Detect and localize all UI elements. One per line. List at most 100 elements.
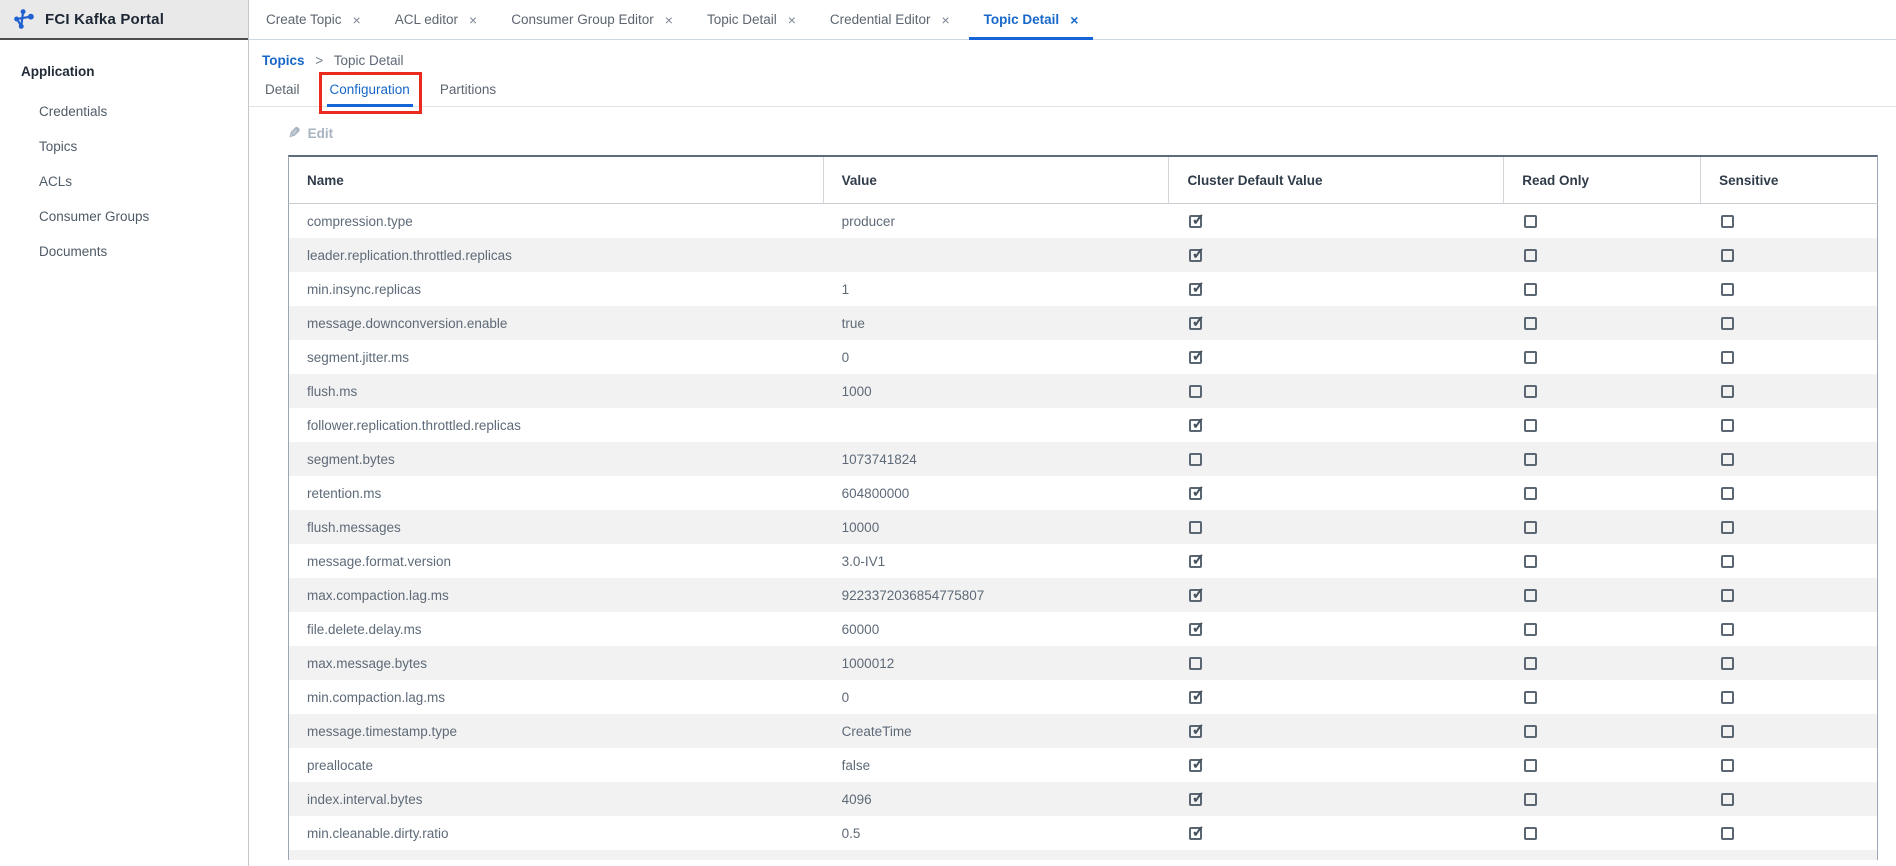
cluster-default-checkbox[interactable] (1189, 351, 1202, 364)
read-only-checkbox[interactable] (1524, 215, 1537, 228)
sensitive-checkbox[interactable] (1721, 657, 1734, 670)
tab-acl-editor[interactable]: ACL editor× (378, 0, 494, 39)
sensitive-checkbox-cell (1701, 656, 1877, 671)
breadcrumb-link-topics[interactable]: Topics (262, 53, 305, 68)
sensitive-checkbox[interactable] (1721, 725, 1734, 738)
tab-close-icon[interactable]: × (469, 13, 477, 27)
tab-create-topic[interactable]: Create Topic× (249, 0, 378, 39)
cluster-default-checkbox[interactable] (1189, 725, 1202, 738)
sensitive-checkbox[interactable] (1721, 691, 1734, 704)
read-only-checkbox[interactable] (1524, 521, 1537, 534)
read-only-checkbox[interactable] (1524, 283, 1537, 296)
read-only-checkbox[interactable] (1524, 419, 1537, 432)
sensitive-checkbox[interactable] (1721, 793, 1734, 806)
sensitive-checkbox[interactable] (1721, 385, 1734, 398)
edit-button-label: Edit (308, 126, 334, 141)
sensitive-checkbox[interactable] (1721, 827, 1734, 840)
name-cell: leader.replication.throttled.replicas (289, 248, 824, 263)
tab-consumer-group-editor[interactable]: Consumer Group Editor× (494, 0, 690, 39)
read-only-checkbox[interactable] (1524, 317, 1537, 330)
read-only-checkbox[interactable] (1524, 487, 1537, 500)
tab-close-icon[interactable]: × (353, 13, 361, 27)
read-only-checkbox[interactable] (1524, 793, 1537, 806)
cluster-default-checkbox[interactable] (1189, 691, 1202, 704)
read-only-checkbox[interactable] (1524, 623, 1537, 636)
cluster-default-checkbox[interactable] (1189, 215, 1202, 228)
tab-close-icon[interactable]: × (665, 13, 673, 27)
cluster-default-checkbox[interactable] (1189, 793, 1202, 806)
sensitive-checkbox[interactable] (1721, 351, 1734, 364)
tab-topic-detail[interactable]: Topic Detail× (690, 0, 813, 39)
sidebar-item-documents[interactable]: Documents (0, 234, 248, 269)
cluster-default-checkbox[interactable] (1189, 487, 1202, 500)
table-row-partial (288, 850, 1878, 860)
edit-button[interactable]: ✎ Edit (288, 124, 1896, 142)
sensitive-checkbox-cell (1701, 826, 1877, 841)
cluster-default-checkbox[interactable] (1189, 283, 1202, 296)
read-only-checkbox[interactable] (1524, 555, 1537, 568)
tab-close-icon[interactable]: × (788, 13, 796, 27)
cluster-default-checkbox[interactable] (1189, 555, 1202, 568)
tab-topic-detail-2[interactable]: Topic Detail× (967, 0, 1096, 39)
value-cell: CreateTime (824, 724, 1170, 739)
cluster-default-checkbox[interactable] (1189, 759, 1202, 772)
tab-close-icon[interactable]: × (1070, 13, 1078, 27)
sidebar: FCI Kafka Portal Application Credentials… (0, 0, 249, 866)
value-cell: 604800000 (824, 486, 1170, 501)
cluster-default-checkbox[interactable] (1189, 827, 1202, 840)
sensitive-checkbox[interactable] (1721, 419, 1734, 432)
table-row: min.cleanable.dirty.ratio0.5 (288, 816, 1878, 850)
cluster-default-checkbox[interactable] (1189, 385, 1202, 398)
read-only-checkbox[interactable] (1524, 759, 1537, 772)
cluster-default-checkbox[interactable] (1189, 623, 1202, 636)
cluster-default-checkbox-cell (1169, 554, 1504, 569)
sensitive-checkbox[interactable] (1721, 487, 1734, 500)
cluster-default-checkbox[interactable] (1189, 317, 1202, 330)
table-row: preallocatefalse (288, 748, 1878, 782)
read-only-checkbox[interactable] (1524, 453, 1537, 466)
read-only-checkbox[interactable] (1524, 725, 1537, 738)
sidebar-item-topics[interactable]: Topics (0, 129, 248, 164)
cluster-default-checkbox-cell (1169, 214, 1504, 229)
read-only-checkbox[interactable] (1524, 351, 1537, 364)
cluster-default-checkbox-cell (1169, 418, 1504, 433)
tab-credential-editor[interactable]: Credential Editor× (813, 0, 967, 39)
cluster-default-checkbox[interactable] (1189, 419, 1202, 432)
sensitive-checkbox-cell (1701, 520, 1877, 535)
read-only-checkbox[interactable] (1524, 691, 1537, 704)
sensitive-checkbox[interactable] (1721, 453, 1734, 466)
read-only-checkbox[interactable] (1524, 385, 1537, 398)
cluster-default-checkbox-cell (1169, 792, 1504, 807)
sidebar-item-credentials[interactable]: Credentials (0, 94, 248, 129)
read-only-checkbox[interactable] (1524, 249, 1537, 262)
cluster-default-checkbox[interactable] (1189, 521, 1202, 534)
cluster-default-checkbox[interactable] (1189, 249, 1202, 262)
table-row: flush.ms1000 (288, 374, 1878, 408)
sensitive-checkbox[interactable] (1721, 555, 1734, 568)
read-only-checkbox-cell (1504, 282, 1701, 297)
cluster-default-checkbox[interactable] (1189, 453, 1202, 466)
sensitive-checkbox[interactable] (1721, 249, 1734, 262)
sidebar-item-consumer-groups[interactable]: Consumer Groups (0, 199, 248, 234)
read-only-checkbox[interactable] (1524, 827, 1537, 840)
sensitive-checkbox[interactable] (1721, 623, 1734, 636)
tab-close-icon[interactable]: × (941, 13, 949, 27)
sidebar-item-acls[interactable]: ACLs (0, 164, 248, 199)
sensitive-checkbox[interactable] (1721, 759, 1734, 772)
sensitive-checkbox[interactable] (1721, 215, 1734, 228)
value-cell: 0.5 (824, 826, 1170, 841)
sensitive-checkbox-cell (1701, 452, 1877, 467)
read-only-checkbox-cell (1504, 826, 1701, 841)
sensitive-checkbox[interactable] (1721, 283, 1734, 296)
sub-tab-configuration[interactable]: Configuration (327, 76, 413, 106)
read-only-checkbox-cell (1504, 690, 1701, 705)
read-only-checkbox[interactable] (1524, 589, 1537, 602)
sensitive-checkbox[interactable] (1721, 589, 1734, 602)
cluster-default-checkbox[interactable] (1189, 657, 1202, 670)
sensitive-checkbox[interactable] (1721, 317, 1734, 330)
read-only-checkbox[interactable] (1524, 657, 1537, 670)
cluster-default-checkbox[interactable] (1189, 589, 1202, 602)
sub-tab-partitions[interactable]: Partitions (437, 76, 499, 106)
sensitive-checkbox[interactable] (1721, 521, 1734, 534)
sub-tab-detail[interactable]: Detail (262, 76, 303, 106)
